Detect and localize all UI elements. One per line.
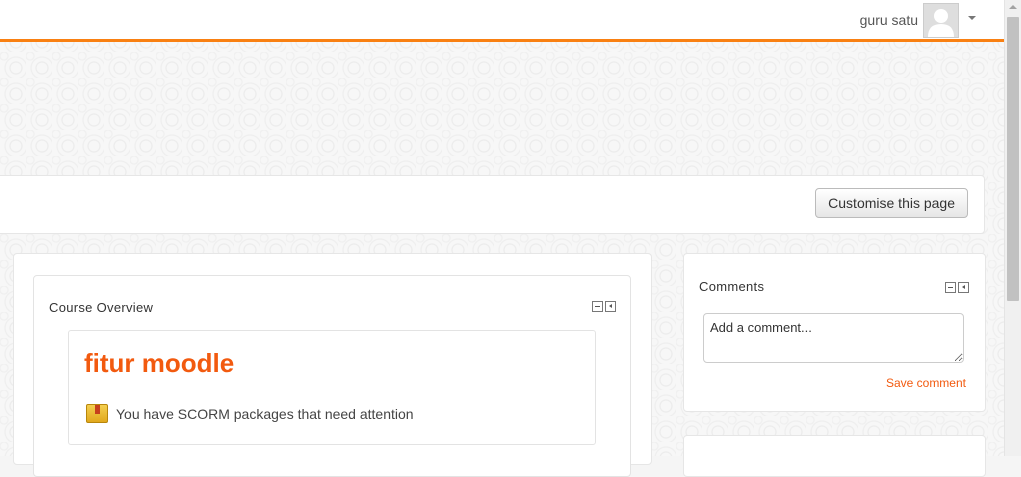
course-name-link[interactable]: fitur moodle [84,348,234,379]
comments-title: Comments [699,279,765,294]
user-menu-name[interactable]: guru satu [860,12,918,28]
minimise-comments-icon[interactable] [945,282,956,293]
dock-comments-icon[interactable] [958,282,969,293]
main-content-region: Course Overview fitur moodle You have SC… [13,253,652,477]
scrollbar-thumb[interactable] [1007,17,1019,301]
scorm-package-icon [86,404,108,423]
scroll-up-arrow-icon[interactable] [1009,5,1017,9]
customise-page-button[interactable]: Customise this page [815,188,968,218]
comments-block: Comments Save comment [683,253,986,412]
dock-block-icon[interactable] [605,301,616,312]
scorm-notice-text: You have SCORM packages that need attent… [116,405,414,422]
side-block-next [683,435,986,477]
top-navbar: guru satu [0,0,1004,42]
user-avatar-icon[interactable] [923,3,959,38]
page-header: Customise this page [0,175,985,234]
comments-controls [945,282,969,293]
comment-textarea[interactable] [703,313,964,363]
course-overview-controls [592,301,616,312]
scorm-notice: You have SCORM packages that need attent… [86,404,414,423]
user-menu-caret-icon[interactable] [968,16,976,20]
vertical-scrollbar[interactable] [1004,0,1021,456]
save-comment-link[interactable]: Save comment [886,376,966,390]
course-overview-block: Course Overview fitur moodle You have SC… [33,275,631,477]
minimise-block-icon[interactable] [592,301,603,312]
course-overview-title: Course Overview [49,300,154,315]
course-item: fitur moodle You have SCORM packages tha… [68,330,596,445]
